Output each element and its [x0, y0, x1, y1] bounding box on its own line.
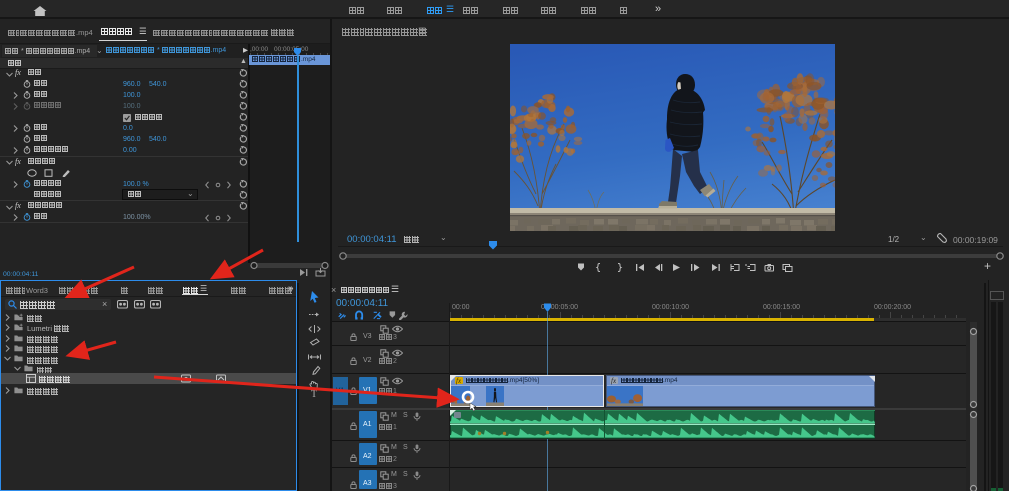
svg-text:T: T: [311, 389, 317, 398]
